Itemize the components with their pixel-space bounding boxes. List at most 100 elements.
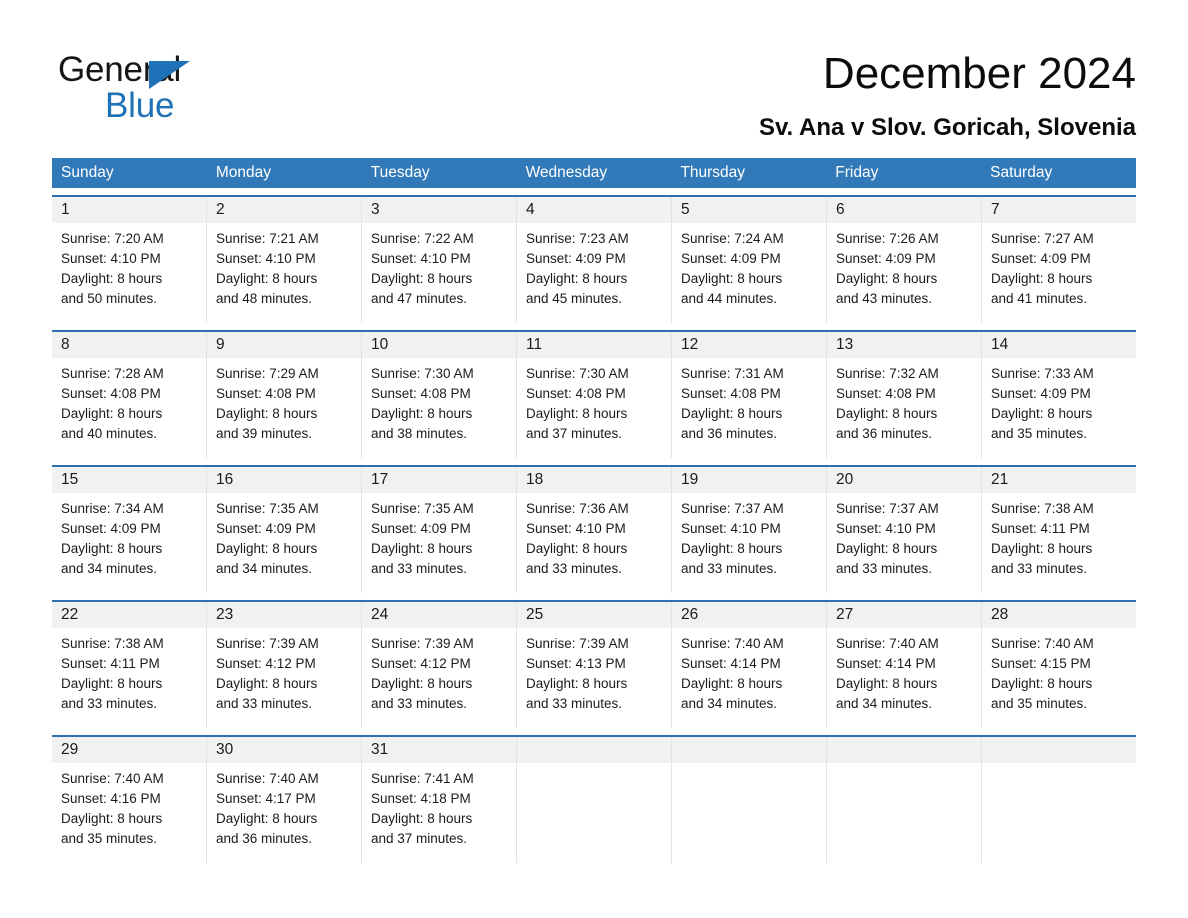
day-cell[interactable]: 25 Sunrise: 7:39 AM Sunset: 4:13 PM Dayligh… (517, 602, 672, 728)
day-cell[interactable]: 14 Sunrise: 7:33 AM Sunset: 4:09 PM Dayligh… (982, 332, 1136, 458)
day-number-band: 11 (517, 332, 671, 358)
sunset-text: Sunset: 4:09 PM (991, 386, 1091, 401)
day-number: 19 (681, 471, 699, 488)
day-cell[interactable]: 17 Sunrise: 7:35 AM Sunset: 4:09 PM Dayligh… (362, 467, 517, 593)
day-number-band: 7 (982, 197, 1136, 223)
day-cell[interactable]: 7 Sunrise: 7:27 AM Sunset: 4:09 PM Daylight… (982, 197, 1136, 323)
day-number-band: 5 (672, 197, 826, 223)
day-details: Sunrise: 7:29 AM Sunset: 4:08 PM Daylight:… (207, 358, 361, 444)
page-header: General Blue December 2024 Sv. Ana v Slo… (0, 0, 1188, 158)
day-number-band: 28 (982, 602, 1136, 628)
daylight-text-line1: Daylight: 8 hours (216, 271, 318, 286)
day-number-band: 19 (672, 467, 826, 493)
day-number-band: 15 (52, 467, 206, 493)
day-cell[interactable]: 10 Sunrise: 7:30 AM Sunset: 4:08 PM Dayligh… (362, 332, 517, 458)
sunrise-text: Sunrise: 7:37 AM (836, 501, 939, 516)
calendar-week-row: 8 Sunrise: 7:28 AM Sunset: 4:08 PM Daylight… (52, 330, 1136, 458)
day-details: Sunrise: 7:30 AM Sunset: 4:08 PM Daylight:… (362, 358, 516, 444)
daylight-text-line1: Daylight: 8 hours (371, 271, 473, 286)
sunset-text: Sunset: 4:13 PM (526, 656, 626, 671)
weekday-header-row: Sunday Monday Tuesday Wednesday Thursday… (52, 158, 1136, 188)
day-cell[interactable]: 31 Sunrise: 7:41 AM Sunset: 4:18 PM Dayligh… (362, 737, 517, 863)
daylight-text-line2: and 37 minutes. (371, 831, 468, 846)
day-details: Sunrise: 7:37 AM Sunset: 4:10 PM Daylight:… (827, 493, 981, 579)
day-cell[interactable]: 11 Sunrise: 7:30 AM Sunset: 4:08 PM Dayligh… (517, 332, 672, 458)
day-cell[interactable]: 3 Sunrise: 7:22 AM Sunset: 4:10 PM Daylight… (362, 197, 517, 323)
day-cell[interactable]: 13 Sunrise: 7:32 AM Sunset: 4:08 PM Dayligh… (827, 332, 982, 458)
day-number-band: 30 (207, 737, 361, 763)
day-cell[interactable]: 12 Sunrise: 7:31 AM Sunset: 4:08 PM Dayligh… (672, 332, 827, 458)
day-cell[interactable]: 19 Sunrise: 7:37 AM Sunset: 4:10 PM Dayligh… (672, 467, 827, 593)
day-cell[interactable]: 22 Sunrise: 7:38 AM Sunset: 4:11 PM Dayligh… (52, 602, 207, 728)
day-number-band: 3 (362, 197, 516, 223)
day-number: 14 (991, 336, 1009, 353)
day-number-band: 27 (827, 602, 981, 628)
sunset-text: Sunset: 4:14 PM (681, 656, 781, 671)
day-details: Sunrise: 7:28 AM Sunset: 4:08 PM Daylight:… (52, 358, 206, 444)
day-cell[interactable]: 15 Sunrise: 7:34 AM Sunset: 4:09 PM Dayligh… (52, 467, 207, 593)
sunset-text: Sunset: 4:10 PM (526, 521, 626, 536)
day-cell[interactable]: 2 Sunrise: 7:21 AM Sunset: 4:10 PM Daylight… (207, 197, 362, 323)
day-cell[interactable]: 28 Sunrise: 7:40 AM Sunset: 4:15 PM Dayligh… (982, 602, 1136, 728)
day-cell-empty (982, 737, 1136, 863)
day-number-band: 21 (982, 467, 1136, 493)
sunset-text: Sunset: 4:08 PM (681, 386, 781, 401)
day-cell[interactable]: 16 Sunrise: 7:35 AM Sunset: 4:09 PM Dayligh… (207, 467, 362, 593)
day-number: 8 (61, 336, 70, 353)
day-details: Sunrise: 7:39 AM Sunset: 4:12 PM Daylight:… (362, 628, 516, 714)
daylight-text-line1: Daylight: 8 hours (371, 541, 473, 556)
daylight-text-line1: Daylight: 8 hours (371, 676, 473, 691)
day-cell[interactable]: 27 Sunrise: 7:40 AM Sunset: 4:14 PM Dayligh… (827, 602, 982, 728)
day-number-band: 9 (207, 332, 361, 358)
day-cell[interactable]: 6 Sunrise: 7:26 AM Sunset: 4:09 PM Daylight… (827, 197, 982, 323)
day-number: 11 (526, 336, 543, 353)
daylight-text-line2: and 35 minutes. (61, 831, 158, 846)
day-cell[interactable]: 4 Sunrise: 7:23 AM Sunset: 4:09 PM Daylight… (517, 197, 672, 323)
day-number: 22 (61, 606, 79, 623)
sunset-text: Sunset: 4:12 PM (216, 656, 316, 671)
day-cell[interactable]: 24 Sunrise: 7:39 AM Sunset: 4:12 PM Dayligh… (362, 602, 517, 728)
sunrise-text: Sunrise: 7:38 AM (991, 501, 1094, 516)
day-number: 13 (836, 336, 854, 353)
daylight-text-line2: and 33 minutes. (991, 561, 1088, 576)
daylight-text-line2: and 45 minutes. (526, 291, 623, 306)
sunset-text: Sunset: 4:10 PM (681, 521, 781, 536)
daylight-text-line2: and 34 minutes. (61, 561, 158, 576)
day-cell[interactable]: 5 Sunrise: 7:24 AM Sunset: 4:09 PM Daylight… (672, 197, 827, 323)
sunset-text: Sunset: 4:09 PM (991, 251, 1091, 266)
day-cell[interactable]: 9 Sunrise: 7:29 AM Sunset: 4:08 PM Daylight… (207, 332, 362, 458)
day-number: 2 (216, 201, 225, 218)
day-cell[interactable]: 23 Sunrise: 7:39 AM Sunset: 4:12 PM Dayligh… (207, 602, 362, 728)
day-number: 20 (836, 471, 854, 488)
daylight-text-line2: and 33 minutes. (526, 561, 623, 576)
day-details: Sunrise: 7:24 AM Sunset: 4:09 PM Daylight:… (672, 223, 826, 309)
day-details (982, 763, 1136, 769)
day-details: Sunrise: 7:30 AM Sunset: 4:08 PM Daylight:… (517, 358, 671, 444)
day-details: Sunrise: 7:34 AM Sunset: 4:09 PM Daylight:… (52, 493, 206, 579)
day-cell[interactable]: 18 Sunrise: 7:36 AM Sunset: 4:10 PM Dayligh… (517, 467, 672, 593)
daylight-text-line2: and 35 minutes. (991, 426, 1088, 441)
day-cell[interactable]: 26 Sunrise: 7:40 AM Sunset: 4:14 PM Dayligh… (672, 602, 827, 728)
day-details: Sunrise: 7:31 AM Sunset: 4:08 PM Daylight:… (672, 358, 826, 444)
day-cell[interactable]: 20 Sunrise: 7:37 AM Sunset: 4:10 PM Dayligh… (827, 467, 982, 593)
daylight-text-line2: and 41 minutes. (991, 291, 1088, 306)
sunset-text: Sunset: 4:11 PM (61, 656, 160, 671)
day-number: 15 (61, 471, 79, 488)
day-cell[interactable]: 1 Sunrise: 7:20 AM Sunset: 4:10 PM Daylight… (52, 197, 207, 323)
daylight-text-line2: and 33 minutes. (681, 561, 778, 576)
day-number-band: 26 (672, 602, 826, 628)
daylight-text-line1: Daylight: 8 hours (836, 406, 938, 421)
daylight-text-line1: Daylight: 8 hours (836, 541, 938, 556)
sunset-text: Sunset: 4:08 PM (526, 386, 626, 401)
day-details: Sunrise: 7:35 AM Sunset: 4:09 PM Daylight:… (362, 493, 516, 579)
day-number-band: 10 (362, 332, 516, 358)
daylight-text-line1: Daylight: 8 hours (216, 541, 318, 556)
day-cell[interactable]: 30 Sunrise: 7:40 AM Sunset: 4:17 PM Dayligh… (207, 737, 362, 863)
daylight-text-line1: Daylight: 8 hours (371, 406, 473, 421)
general-blue-logo[interactable]: General Blue (58, 50, 318, 130)
day-number-band (517, 737, 671, 763)
day-cell[interactable]: 21 Sunrise: 7:38 AM Sunset: 4:11 PM Dayligh… (982, 467, 1136, 593)
day-details: Sunrise: 7:39 AM Sunset: 4:13 PM Daylight:… (517, 628, 671, 714)
day-cell[interactable]: 29 Sunrise: 7:40 AM Sunset: 4:16 PM Dayligh… (52, 737, 207, 863)
day-cell[interactable]: 8 Sunrise: 7:28 AM Sunset: 4:08 PM Daylight… (52, 332, 207, 458)
